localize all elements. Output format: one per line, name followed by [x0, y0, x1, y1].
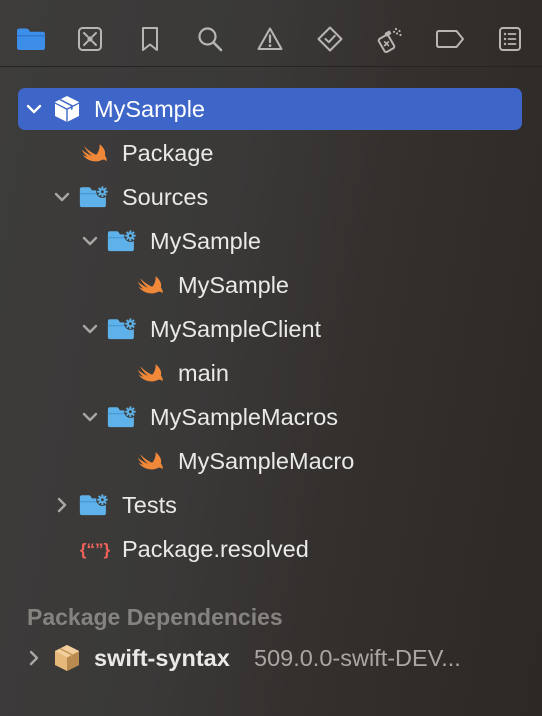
swift-icon	[80, 139, 110, 167]
chevron-down-icon[interactable]	[80, 319, 100, 339]
tree-row-macros-target[interactable]: MySampleMacros	[18, 396, 522, 438]
find-navigator-button[interactable]	[192, 21, 228, 57]
bookmark-icon	[142, 27, 158, 51]
report-navigator-button[interactable]	[492, 21, 528, 57]
chevron-right-icon[interactable]	[52, 495, 72, 515]
dependency-row-swift-syntax[interactable]: swift-syntax 509.0.0-swift-DEV...	[18, 637, 522, 679]
tree-row-label: MySampleClient	[150, 316, 322, 342]
tree-row-root-package[interactable]: MySample	[18, 88, 522, 130]
tree-row-package-resolved[interactable]: Package.resolved	[18, 528, 522, 570]
package-dependencies-header: Package Dependencies	[27, 604, 283, 630]
source-control-navigator-button[interactable]	[72, 21, 108, 57]
tree-row-label: main	[178, 360, 229, 386]
tree-row-sources[interactable]: Sources	[18, 176, 522, 218]
json-icon	[78, 535, 112, 563]
chevron-down-icon[interactable]	[80, 407, 100, 427]
issue-navigator-button[interactable]	[252, 21, 288, 57]
tree-row-label: Package	[122, 140, 214, 166]
warning-icon	[257, 27, 283, 50]
chevron-down-icon[interactable]	[24, 99, 44, 119]
tree-row-label: Tests	[122, 492, 177, 518]
test-diamond-icon	[317, 26, 343, 52]
tree-row-label: MySample	[94, 96, 206, 122]
folder-gear-icon	[107, 227, 137, 255]
folder-gear-icon	[79, 491, 109, 519]
dependency-version: 509.0.0-swift-DEV...	[254, 645, 461, 671]
chevron-right-icon[interactable]	[24, 648, 44, 668]
navigator-toolbar	[0, 0, 542, 67]
tree-row-mysample-file[interactable]: MySample	[18, 264, 522, 306]
tree-row-label: MySampleMacros	[150, 404, 339, 430]
dependency-name: swift-syntax	[94, 645, 230, 671]
search-icon	[198, 27, 223, 52]
tree-row-package-swift[interactable]: Package	[18, 132, 522, 174]
package-icon	[52, 644, 82, 672]
spray-icon	[377, 27, 402, 53]
report-list-icon	[499, 27, 521, 51]
swift-icon	[136, 359, 166, 387]
swift-icon	[136, 447, 166, 475]
project-navigator-button[interactable]	[13, 21, 49, 57]
symbol-navigator-button[interactable]	[132, 21, 168, 57]
tree-row-client-target[interactable]: MySampleClient	[18, 308, 522, 350]
breakpoint-navigator-button[interactable]	[432, 21, 468, 57]
folder-gear-icon	[107, 403, 137, 431]
tree-row-main-file[interactable]: main	[18, 352, 522, 394]
chevron-down-icon[interactable]	[80, 231, 100, 251]
tree-row-tests[interactable]: Tests	[18, 484, 522, 526]
tree-row-label: MySample	[178, 272, 290, 298]
folder-gear-icon	[107, 315, 137, 343]
test-navigator-button[interactable]	[312, 21, 348, 57]
folder-icon	[17, 28, 45, 50]
tree-row-label: MySample	[150, 228, 262, 254]
tree-row-macro-file[interactable]: MySampleMacro	[18, 440, 522, 482]
chevron-down-icon[interactable]	[52, 187, 72, 207]
debug-navigator-button[interactable]	[372, 21, 408, 57]
tree-row-mysample-target[interactable]: MySample	[18, 220, 522, 262]
package-icon	[52, 95, 82, 123]
tree-row-label: Sources	[122, 184, 209, 210]
folder-gear-icon	[79, 183, 109, 211]
breakpoint-tag-icon	[436, 30, 464, 48]
tree-row-label: MySampleMacro	[178, 448, 355, 474]
tree-row-label: Package.resolved	[122, 536, 309, 562]
source-control-icon	[78, 27, 102, 51]
swift-icon	[136, 271, 166, 299]
